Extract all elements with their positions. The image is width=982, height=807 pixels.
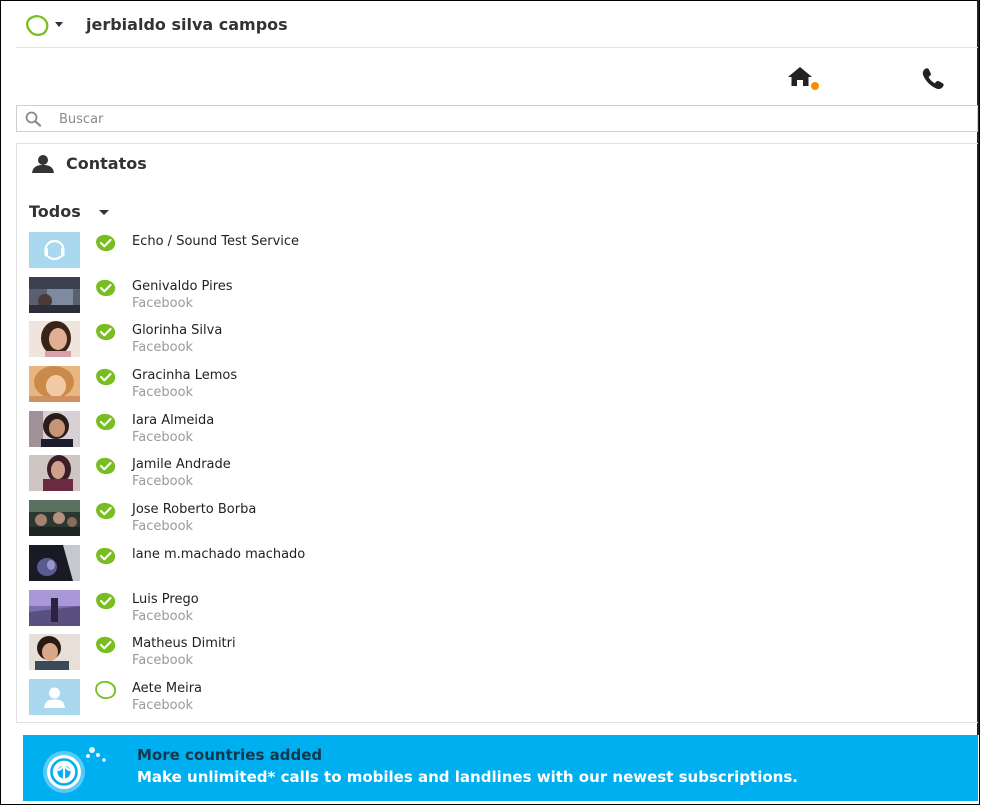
call-phone-button[interactable] [920, 66, 946, 92]
contact-source: Facebook [132, 429, 194, 445]
contact-item[interactable]: lane m.machado machado [29, 544, 969, 590]
headset-icon [29, 232, 80, 268]
profile-name[interactable]: jerbialdo silva campos [86, 15, 288, 34]
contact-avatar [29, 455, 80, 492]
presence-online-icon [95, 234, 117, 256]
contact-source: Facebook [132, 697, 194, 713]
chevron-down-icon [99, 210, 109, 215]
contacts-panel: Contatos Todos Echo / Sound Test Service… [16, 143, 978, 723]
presence-online-icon [95, 547, 117, 569]
contact-source: Facebook [132, 519, 194, 535]
contact-item[interactable]: Glorinha Silva Facebook [29, 321, 969, 366]
search-input[interactable] [59, 109, 939, 129]
home-button[interactable] [787, 65, 819, 93]
contact-list: Echo / Sound Test Service Genivaldo Pire… [29, 232, 969, 722]
contact-item[interactable]: Jamile Andrade Facebook [29, 455, 969, 500]
contact-item[interactable]: Jose Roberto Borba Facebook [29, 500, 969, 545]
contact-name: Matheus Dimitri [132, 636, 236, 652]
contact-source: Facebook [132, 474, 194, 490]
contact-avatar [29, 544, 80, 581]
search-icon [25, 111, 45, 131]
contact-source: Facebook [132, 340, 194, 356]
banner-title: More countries added [137, 746, 323, 764]
contact-source: Facebook [132, 385, 194, 401]
presence-online-icon [95, 279, 117, 301]
home-notification-dot [811, 82, 819, 90]
contact-avatar [29, 589, 80, 626]
contact-name: lane m.machado machado [132, 546, 306, 562]
presence-online-icon [95, 457, 117, 479]
contacts-filter-dropdown[interactable]: Todos [29, 202, 109, 224]
contact-name: Aete Meira [132, 680, 203, 696]
contact-name: Gracinha Lemos [132, 368, 238, 384]
contact-item[interactable]: Echo / Sound Test Service [29, 232, 969, 277]
presence-online-icon [95, 368, 117, 390]
promo-banner[interactable]: More countries added Make unlimited* cal… [23, 735, 978, 801]
contacts-title: Contatos [66, 154, 147, 173]
presence-online-icon [95, 413, 117, 435]
contact-item[interactable]: Genivaldo Pires Facebook [29, 276, 969, 322]
contact-item[interactable]: Aete Meira Facebook [29, 678, 969, 722]
contact-source: Facebook [132, 653, 194, 669]
contact-avatar [29, 634, 80, 671]
presence-offline-icon [95, 680, 117, 703]
person-icon [31, 155, 55, 177]
contact-avatar [29, 500, 80, 537]
contact-name: Jose Roberto Borba [132, 502, 257, 518]
default-person-icon [29, 678, 80, 715]
presence-online-icon [95, 592, 117, 614]
phone-icon [922, 68, 944, 90]
contact-item[interactable]: Gracinha Lemos Facebook [29, 366, 969, 411]
contact-avatar [29, 366, 80, 403]
contact-name: Genivaldo Pires [132, 278, 233, 294]
contact-name: Echo / Sound Test Service [132, 234, 300, 249]
skype-status-icon[interactable] [26, 15, 50, 41]
contact-item[interactable]: Luis Prego Facebook [29, 589, 969, 635]
status-dropdown-chevron-icon[interactable] [55, 22, 63, 27]
contact-item[interactable]: Iara Almeida Facebook [29, 410, 969, 456]
contact-name: Iara Almeida [132, 412, 215, 428]
contact-avatar [29, 321, 80, 358]
profile-bar: jerbialdo silva campos [16, 0, 978, 48]
contact-avatar [29, 276, 80, 313]
contact-avatar [29, 410, 80, 447]
contact-source: Facebook [132, 295, 194, 311]
presence-online-icon [95, 502, 117, 524]
filter-label: Todos [29, 202, 81, 221]
search-box [16, 105, 978, 132]
presence-online-icon [95, 636, 117, 658]
contact-name: Luis Prego [132, 591, 199, 607]
banner-text: Make unlimited* calls to mobiles and lan… [137, 768, 798, 786]
contact-name: Glorinha Silva [132, 323, 223, 339]
contact-source: Facebook [132, 608, 194, 624]
contact-item[interactable]: Matheus Dimitri Facebook [29, 634, 969, 679]
contact-name: Jamile Andrade [132, 457, 231, 473]
skype-credit-logo-icon [34, 744, 120, 798]
presence-online-icon [95, 323, 117, 345]
